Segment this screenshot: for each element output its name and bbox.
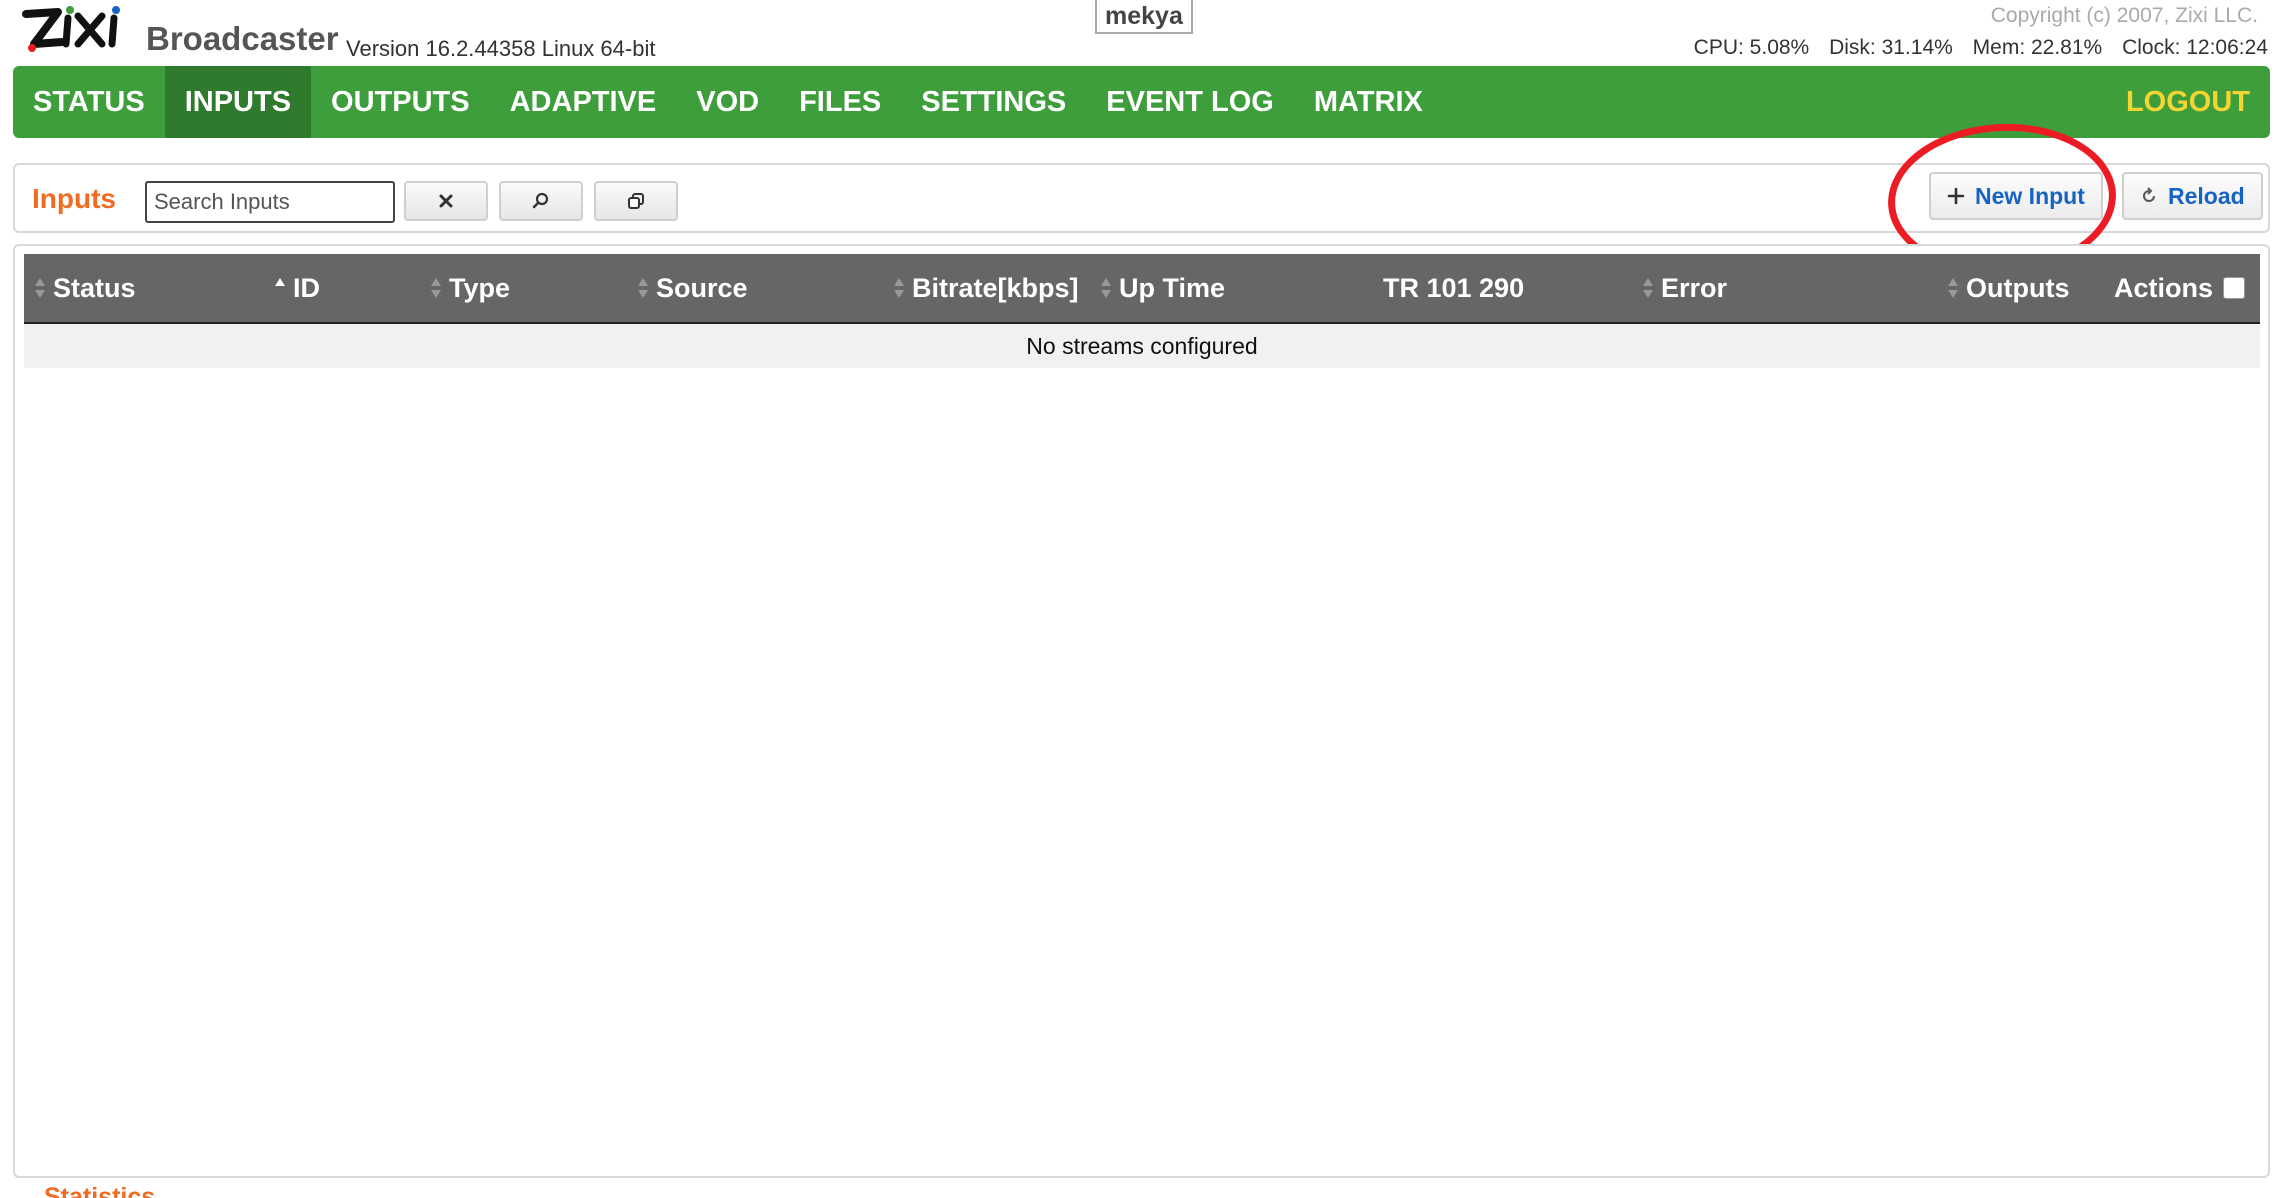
copy-button[interactable] <box>594 181 678 221</box>
new-input-button[interactable]: New Input <box>1929 172 2103 220</box>
mem-stat: Mem: 22.81% <box>1972 36 2103 59</box>
logout-link[interactable]: LOGOUT <box>2106 66 2270 138</box>
column-source[interactable]: Source <box>637 254 748 322</box>
page-title: Inputs <box>32 183 116 214</box>
cpu-stat: CPU: 5.08% <box>1693 36 1810 59</box>
nav-inputs[interactable]: INPUTS <box>164 66 312 138</box>
statistics-title: Statistics <box>44 1183 156 1198</box>
sort-icon <box>1100 277 1112 299</box>
sort-icon <box>893 277 905 299</box>
zixi-logo-icon <box>22 6 120 52</box>
copyright-text: Copyright (c) 2007, Zixi LLC. <box>1990 4 2258 27</box>
nav-matrix[interactable]: MATRIX <box>1294 66 1443 138</box>
column-error[interactable]: Error <box>1642 254 1727 322</box>
column-id[interactable]: ID <box>274 254 320 322</box>
disk-stat: Disk: 31.14% <box>1829 36 1953 59</box>
empty-table-message: No streams configured <box>24 324 2260 368</box>
nav-vod[interactable]: VOD <box>676 66 779 138</box>
sort-icon <box>1642 277 1654 299</box>
reload-button[interactable]: Reload <box>2122 172 2263 220</box>
column-tr101290: TR 101 290 <box>1383 272 1525 303</box>
column-up-time[interactable]: Up Time <box>1100 254 1225 322</box>
sort-icon <box>34 277 46 299</box>
nav-event-log[interactable]: EVENT LOG <box>1086 66 1294 138</box>
clock-stat: Clock: 12:06:24 <box>2122 36 2268 59</box>
version-text: Version 16.2.44358 Linux 64-bit <box>346 36 656 61</box>
clear-search-button[interactable] <box>404 181 488 221</box>
copy-icon <box>628 193 644 209</box>
hostname-badge: mekya <box>1095 0 1193 34</box>
new-input-label: New Input <box>1975 182 2085 209</box>
sort-icon <box>430 277 442 299</box>
nav-files[interactable]: FILES <box>779 66 901 138</box>
nav-status[interactable]: STATUS <box>13 66 165 138</box>
main-nav: STATUS INPUTS OUTPUTS ADAPTIVE VOD FILES… <box>13 66 2270 138</box>
reload-icon <box>2140 187 2158 205</box>
search-input[interactable] <box>145 181 395 223</box>
column-actions: Actions <box>2114 254 2246 322</box>
column-status[interactable]: Status <box>34 254 136 322</box>
sort-icon <box>637 277 649 299</box>
nav-outputs[interactable]: OUTPUTS <box>311 66 490 138</box>
system-stats: CPU: 5.08% Disk: 31.14% Mem: 22.81% Cloc… <box>1680 36 2268 60</box>
inputs-toolbar: Inputs New Input Reload <box>13 163 2270 233</box>
inputs-panel: Status ID Type Source Bitrate[kbps] Up T… <box>13 244 2270 1178</box>
table-header: Status ID Type Source Bitrate[kbps] Up T… <box>24 254 2260 324</box>
sort-ascending-icon <box>274 277 286 299</box>
plus-icon <box>1947 187 1965 205</box>
nav-settings[interactable]: SETTINGS <box>901 66 1086 138</box>
column-type[interactable]: Type <box>430 254 510 322</box>
column-outputs[interactable]: Outputs <box>1947 254 2069 322</box>
sort-icon <box>1947 277 1959 299</box>
close-icon <box>439 194 453 208</box>
inputs-table: Status ID Type Source Bitrate[kbps] Up T… <box>24 254 2260 368</box>
search-button[interactable] <box>499 181 583 221</box>
search-icon <box>532 192 549 209</box>
app-header: Broadcaster Version 16.2.44358 Linux 64-… <box>0 0 2282 66</box>
nav-adaptive[interactable]: ADAPTIVE <box>490 66 677 138</box>
reload-label: Reload <box>2168 182 2245 209</box>
column-bitrate[interactable]: Bitrate[kbps] <box>893 254 1079 322</box>
select-all-checkbox[interactable] <box>2223 277 2246 299</box>
product-name: Broadcaster <box>146 20 339 57</box>
